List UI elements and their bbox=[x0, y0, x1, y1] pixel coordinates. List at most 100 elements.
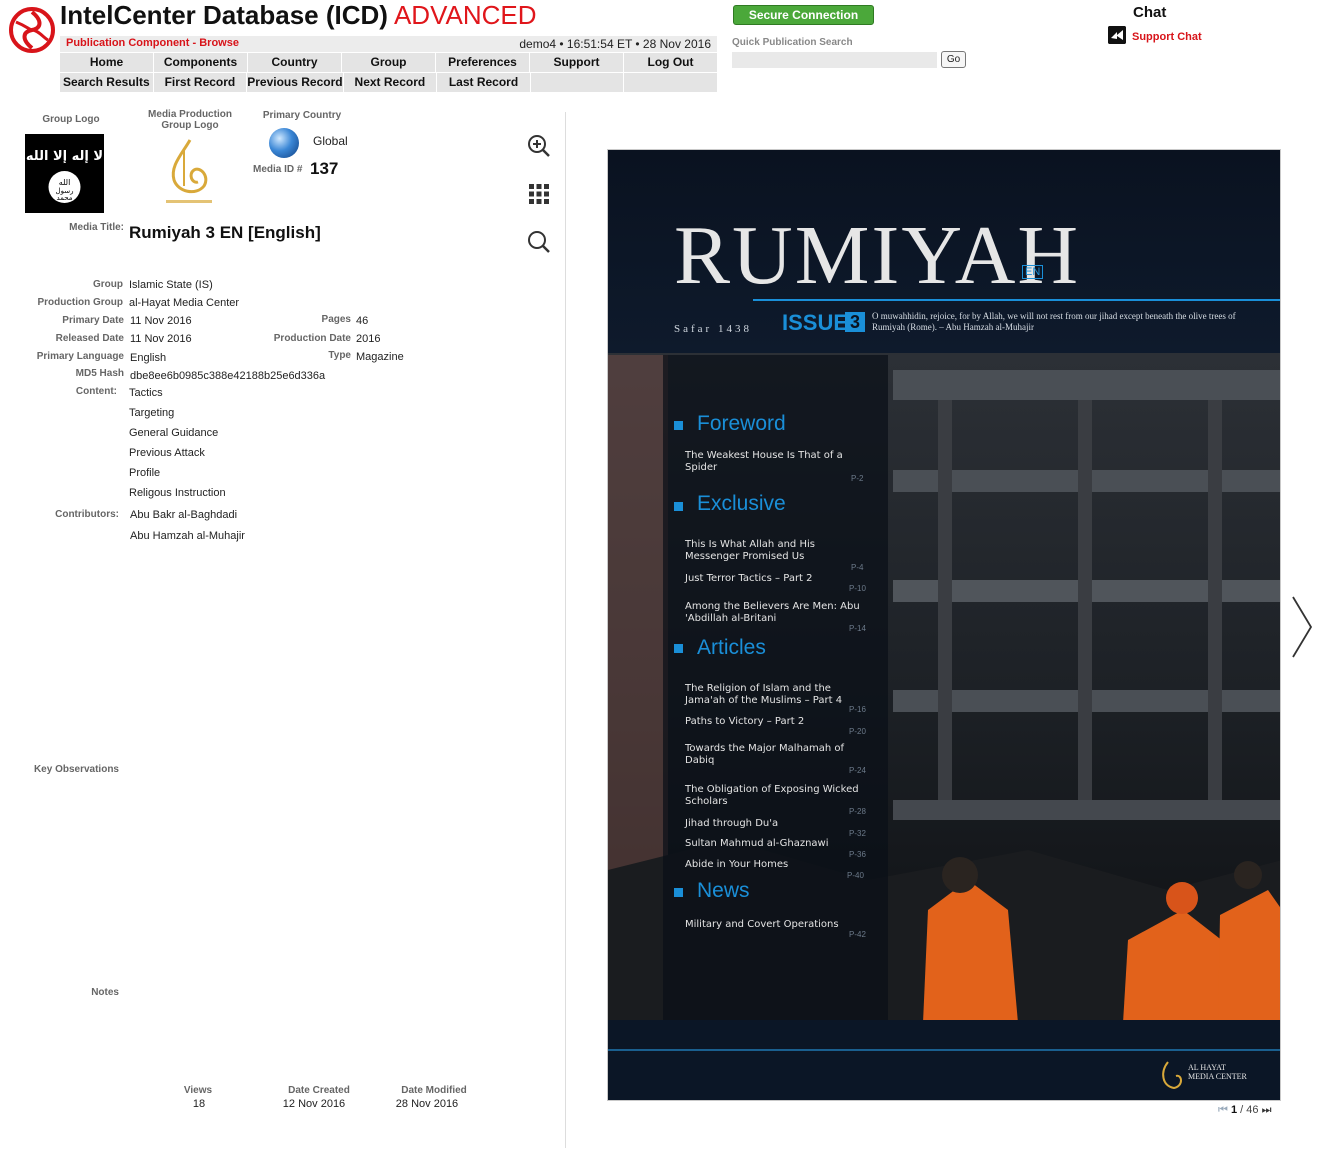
nav-last-record[interactable]: Last Record bbox=[437, 73, 531, 92]
page-indicator: ⏮ 1 / 46 ⏭ bbox=[1218, 1104, 1271, 1117]
nav-previous-record[interactable]: Previous Record bbox=[247, 73, 344, 92]
globe-icon bbox=[269, 128, 299, 158]
toc-item-title: Jihad through Du'a bbox=[685, 818, 779, 829]
type-value: Magazine bbox=[356, 351, 404, 363]
toc-item-title: Sultan Mahmud al-Ghaznawi bbox=[685, 838, 829, 849]
toc-item-title: Paths to Victory – Part 2 bbox=[685, 716, 805, 727]
toc-item-page: P-42 bbox=[849, 930, 866, 939]
contributor-item[interactable]: Abu Hamzah al-Muhajir bbox=[130, 530, 245, 542]
toc-item-page: P-36 bbox=[849, 850, 866, 859]
toc-item-title: Military and Covert Operations bbox=[685, 919, 839, 930]
breadcrumb: Publication Component - Browse demo4 • 1… bbox=[60, 36, 717, 52]
grid-icon[interactable] bbox=[527, 182, 551, 206]
zoom-in-icon[interactable] bbox=[527, 134, 551, 158]
toc-item-title: The Religion of Islam and the Jama'ah of… bbox=[685, 683, 843, 706]
production-group-value[interactable]: al-Hayat Media Center bbox=[129, 297, 239, 309]
content-item[interactable]: Targeting bbox=[129, 407, 174, 419]
nav-support[interactable]: Support bbox=[530, 53, 624, 72]
toc-heading: Foreword bbox=[697, 412, 786, 435]
next-page-arrow-icon[interactable] bbox=[1290, 595, 1314, 659]
contributors-label: Contributors: bbox=[55, 509, 119, 520]
nav-first-record[interactable]: First Record bbox=[154, 73, 248, 92]
content-item[interactable]: Tactics bbox=[129, 387, 163, 399]
key-observations-label: Key Observations bbox=[33, 764, 119, 775]
md5-value: dbe8ee6b0985c388e42188b25e6d336a bbox=[130, 370, 326, 382]
toc-item-page: P-4 bbox=[851, 563, 864, 572]
nav-next-record[interactable]: Next Record bbox=[344, 73, 438, 92]
main-nav: Home Components Country Group Preference… bbox=[60, 53, 717, 72]
date-modified-label: Date Modified bbox=[401, 1085, 467, 1096]
nav-search-results[interactable]: Search Results bbox=[60, 73, 154, 92]
cover-lang-badge: EN bbox=[1022, 265, 1044, 279]
intelcenter-logo bbox=[9, 7, 55, 53]
toc-heading: News bbox=[697, 879, 750, 902]
md5-label: MD5 Hash bbox=[75, 368, 124, 379]
content-item[interactable]: Profile bbox=[129, 467, 160, 479]
svg-text:لا إله إلا الله: لا إله إلا الله bbox=[26, 149, 103, 164]
toc-item-title: The Weakest House Is That of a Spider bbox=[685, 450, 843, 473]
production-date-value: 2016 bbox=[356, 333, 381, 345]
nav-logout[interactable]: Log Out bbox=[624, 53, 717, 72]
cover-issue-label: ISSUE bbox=[782, 310, 849, 335]
media-title-label: Media Title: bbox=[69, 222, 124, 233]
chat-title: Chat bbox=[1133, 4, 1167, 21]
nav-empty-1 bbox=[531, 73, 625, 92]
support-chat-link[interactable]: Support Chat bbox=[1132, 31, 1202, 43]
type-label: Type bbox=[328, 350, 351, 361]
released-date-value: 11 Nov 2016 bbox=[130, 333, 192, 345]
media-title: Rumiyah 3 EN [English] bbox=[129, 223, 321, 242]
cover-date-line: Safar 1438 bbox=[674, 323, 752, 335]
date-created-value: 12 Nov 2016 bbox=[282, 1098, 346, 1110]
record-nav: Search Results First Record Previous Rec… bbox=[60, 73, 717, 92]
first-page-icon[interactable]: ⏮ bbox=[1218, 1104, 1228, 1116]
group-label: Group bbox=[93, 279, 123, 290]
toc-item-page: P-2 bbox=[851, 474, 864, 483]
date-created-label: Date Created bbox=[288, 1085, 350, 1096]
nav-empty-2 bbox=[624, 73, 717, 92]
content-label: Content: bbox=[75, 386, 117, 397]
quick-search-go-button[interactable]: Go bbox=[941, 51, 966, 68]
toc-heading: Articles bbox=[697, 636, 766, 659]
date-modified-value: 28 Nov 2016 bbox=[395, 1098, 459, 1110]
media-id-label: Media ID # bbox=[253, 164, 303, 175]
cover-masthead: RUMIYAH bbox=[674, 209, 1081, 302]
edition-label: ADVANCED bbox=[393, 0, 537, 30]
nav-components[interactable]: Components bbox=[154, 53, 248, 72]
toc-item-page: P-24 bbox=[849, 766, 866, 775]
primary-date-label: Primary Date bbox=[62, 315, 124, 326]
toc-item-title: The Obligation of Exposing Wicked Schola… bbox=[685, 784, 859, 807]
views-value: 18 bbox=[192, 1098, 206, 1110]
toc-heading: Exclusive bbox=[697, 492, 786, 515]
last-page-icon[interactable]: ⏭ bbox=[1262, 1104, 1272, 1116]
chat-icon[interactable] bbox=[1108, 26, 1126, 44]
quick-search-input[interactable] bbox=[732, 52, 937, 68]
content-item[interactable]: General Guidance bbox=[129, 427, 218, 439]
publication-cover-page[interactable]: RUMIYAH EN Safar 1438 ISSUE 3 O muwahhid… bbox=[607, 149, 1281, 1101]
primary-language-label: Primary Language bbox=[36, 351, 124, 362]
search-icon[interactable] bbox=[527, 230, 551, 254]
toc-item-page: P-40 bbox=[847, 871, 864, 880]
group-value[interactable]: Islamic State (IS) bbox=[129, 279, 213, 291]
nav-country[interactable]: Country bbox=[248, 53, 342, 72]
media-id-value: 137 bbox=[310, 159, 339, 178]
primary-country-label: Primary Country bbox=[262, 110, 342, 121]
production-date-label: Production Date bbox=[273, 333, 351, 344]
pages-value: 46 bbox=[356, 315, 369, 327]
app-title-text: IntelCenter Database (ICD) bbox=[60, 0, 388, 30]
toc-item-page: P-16 bbox=[849, 705, 866, 714]
content-item[interactable]: Religous Instruction bbox=[129, 487, 226, 499]
toc-item-title: This Is What Allah and His Messenger Pro… bbox=[685, 539, 815, 562]
content-item[interactable]: Previous Attack bbox=[129, 447, 205, 459]
toc-item-title: Abide in Your Homes bbox=[685, 859, 789, 870]
nav-preferences[interactable]: Preferences bbox=[436, 53, 530, 72]
pages-label: Pages bbox=[321, 314, 351, 325]
media-production-logo-label: Media Production Group Logo bbox=[148, 109, 232, 131]
nav-home[interactable]: Home bbox=[60, 53, 154, 72]
media-production-logo-image bbox=[166, 139, 212, 203]
nav-group[interactable]: Group bbox=[342, 53, 436, 72]
cover-issue-number: 3 bbox=[845, 312, 865, 332]
secure-connection-button[interactable]: Secure Connection bbox=[733, 5, 874, 25]
current-page: 1 bbox=[1230, 1104, 1238, 1116]
contributor-item[interactable]: Abu Bakr al-Baghdadi bbox=[130, 509, 237, 521]
toc-item-page: P-10 bbox=[849, 584, 866, 593]
